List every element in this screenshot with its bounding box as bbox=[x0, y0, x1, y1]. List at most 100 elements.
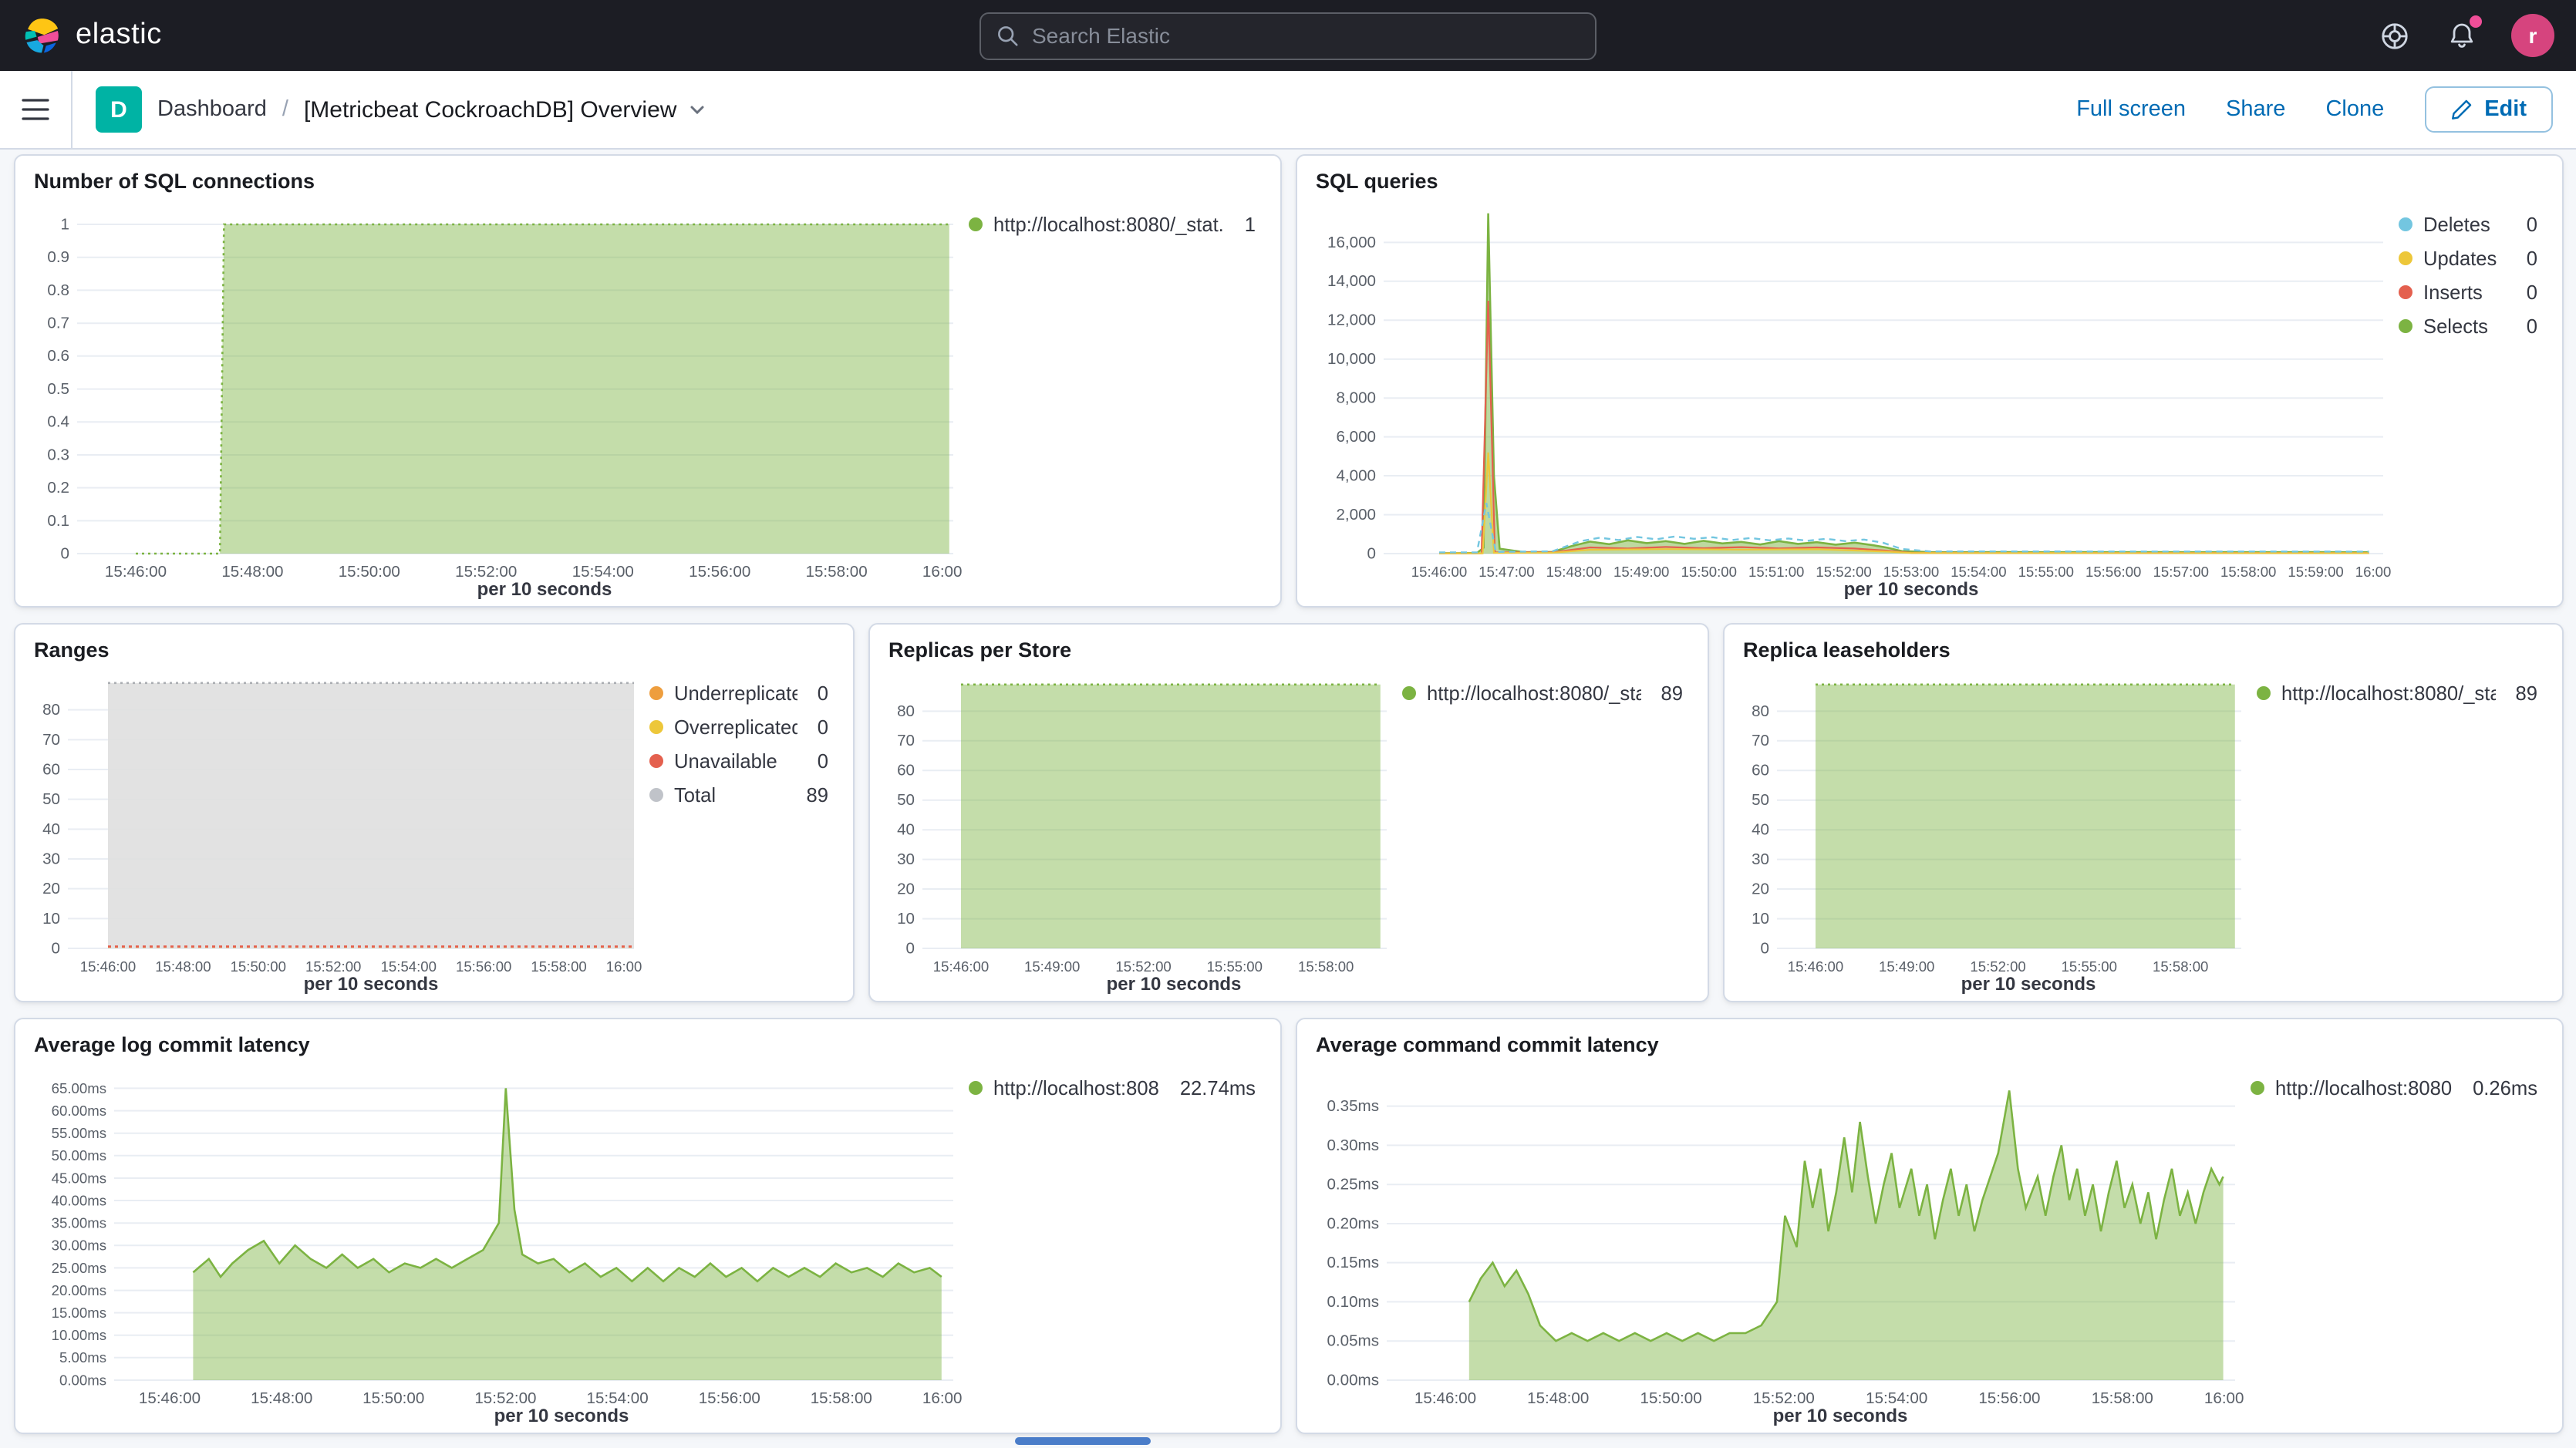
search-input[interactable] bbox=[1032, 23, 1580, 48]
legend-label: Unavailable bbox=[674, 749, 797, 773]
x-tick-label: 15:56:00 bbox=[689, 563, 750, 581]
legend-item[interactable]: Total89 bbox=[649, 780, 828, 810]
legend-item[interactable]: http://localhost:808...22.74ms bbox=[969, 1073, 1256, 1103]
y-tick-label: 4,000 bbox=[1336, 466, 1376, 484]
user-avatar[interactable]: r bbox=[2511, 14, 2554, 57]
header-right: r bbox=[2375, 14, 2554, 57]
x-tick-label: 15:52:00 bbox=[1816, 564, 1871, 580]
share-button[interactable]: Share bbox=[2226, 97, 2285, 122]
chart-average-log-commit-latency[interactable]: 0.00ms5.00ms10.00ms15.00ms20.00ms25.00ms… bbox=[31, 1061, 963, 1429]
legend-dot-icon bbox=[2399, 217, 2412, 231]
chart-ranges[interactable]: 0102030405060708015:46:0015:48:0015:50:0… bbox=[31, 666, 643, 998]
chart-canvas[interactable]: 0102030405060708015:46:0015:49:0015:52:0… bbox=[885, 666, 1396, 998]
x-axis-title: per 10 seconds bbox=[1107, 974, 1242, 995]
y-tick-label: 20 bbox=[42, 880, 60, 897]
y-tick-label: 15.00ms bbox=[52, 1305, 106, 1321]
x-tick-label: 15:52:00 bbox=[1753, 1389, 1815, 1407]
legend-item[interactable]: Deletes0 bbox=[2399, 210, 2537, 239]
x-tick-label: 16:00:00 bbox=[922, 1389, 963, 1407]
pencil-icon bbox=[2450, 99, 2472, 120]
panel-title[interactable]: Average command commit latency bbox=[1313, 1032, 2547, 1061]
x-tick-label: 15:49:00 bbox=[1024, 958, 1080, 975]
chart-canvas[interactable]: 0.00ms5.00ms10.00ms15.00ms20.00ms25.00ms… bbox=[31, 1061, 963, 1429]
y-tick-label: 0.25ms bbox=[1327, 1176, 1379, 1194]
y-tick-label: 10.00ms bbox=[52, 1327, 106, 1343]
clone-button[interactable]: Clone bbox=[2325, 97, 2384, 122]
panel-title[interactable]: Average log commit latency bbox=[31, 1032, 1265, 1061]
legend-item[interactable]: Overreplicated0 bbox=[649, 712, 828, 742]
chart-replica-leaseholders[interactable]: 0102030405060708015:46:0015:49:0015:52:0… bbox=[1740, 666, 2251, 998]
global-search[interactable] bbox=[979, 12, 1597, 59]
legend-item[interactable]: http://localhost:8080/_sta...89 bbox=[1402, 679, 1683, 708]
x-tick-label: 16:00:00 bbox=[2204, 1389, 2244, 1407]
x-tick-label: 15:50:00 bbox=[339, 563, 400, 581]
chart-canvas[interactable]: 00.10.20.30.40.50.60.70.80.9115:46:0015:… bbox=[31, 197, 963, 603]
panel-title[interactable]: Number of SQL connections bbox=[31, 168, 1265, 197]
panel-body: 0102030405060708015:46:0015:49:0015:52:0… bbox=[885, 666, 1692, 998]
x-tick-label: 15:46:00 bbox=[1788, 958, 1843, 975]
y-tick-label: 40 bbox=[897, 821, 915, 839]
legend-value: 89 bbox=[807, 783, 828, 807]
legend-item[interactable]: Updates0 bbox=[2399, 244, 2537, 273]
x-tick-label: 15:51:00 bbox=[1748, 564, 1804, 580]
panel-title[interactable]: Ranges bbox=[31, 637, 838, 666]
x-tick-label: 15:54:00 bbox=[572, 563, 634, 581]
y-tick-label: 5.00ms bbox=[59, 1349, 106, 1365]
x-tick-label: 15:48:00 bbox=[155, 958, 211, 975]
horizontal-scrollbar-thumb[interactable] bbox=[1015, 1437, 1151, 1445]
chart-number-of-sql-connections[interactable]: 00.10.20.30.40.50.60.70.80.9115:46:0015:… bbox=[31, 197, 963, 603]
elastic-logo[interactable]: elastic bbox=[22, 15, 162, 56]
chart-canvas[interactable]: 02,0004,0006,0008,00010,00012,00014,0001… bbox=[1313, 197, 2392, 603]
panel-title[interactable]: Replicas per Store bbox=[885, 637, 1692, 666]
x-tick-label: 15:52:00 bbox=[1970, 958, 2025, 975]
panel-body: 00.10.20.30.40.50.60.70.80.9115:46:0015:… bbox=[31, 197, 1265, 603]
y-tick-label: 0 bbox=[906, 939, 915, 957]
alerts-icon[interactable] bbox=[2443, 17, 2480, 54]
y-tick-label: 50 bbox=[897, 791, 915, 809]
y-tick-label: 20 bbox=[897, 880, 915, 897]
series-area bbox=[136, 224, 949, 554]
x-tick-label: 15:58:00 bbox=[806, 563, 868, 581]
edit-button[interactable]: Edit bbox=[2424, 86, 2553, 133]
y-tick-label: 0.35ms bbox=[1327, 1097, 1379, 1115]
y-tick-label: 80 bbox=[42, 701, 60, 719]
y-tick-label: 80 bbox=[897, 702, 915, 720]
y-tick-label: 0.00ms bbox=[59, 1372, 106, 1388]
y-tick-label: 50 bbox=[1752, 791, 1769, 809]
legend-item[interactable]: Unavailable0 bbox=[649, 746, 828, 776]
legend-item[interactable]: http://localhost:8080...0.26ms bbox=[2251, 1073, 2537, 1103]
y-tick-label: 45.00ms bbox=[52, 1170, 106, 1186]
chart-canvas[interactable]: 0.00ms0.05ms0.10ms0.15ms0.20ms0.25ms0.30… bbox=[1313, 1061, 2244, 1429]
nav-bar: D Dashboard / [Metricbeat CockroachDB] O… bbox=[0, 71, 2576, 150]
legend-item[interactable]: Underreplicated0 bbox=[649, 679, 828, 708]
legend-value: 0 bbox=[2527, 281, 2537, 304]
x-tick-label: 15:46:00 bbox=[105, 563, 167, 581]
y-tick-label: 25.00ms bbox=[52, 1260, 106, 1276]
chart-canvas[interactable]: 0102030405060708015:46:0015:49:0015:52:0… bbox=[1740, 666, 2251, 998]
page-title[interactable]: [Metricbeat CockroachDB] Overview bbox=[304, 96, 706, 123]
chart-sql-queries[interactable]: 02,0004,0006,0008,00010,00012,00014,0001… bbox=[1313, 197, 2392, 603]
panel-title[interactable]: SQL queries bbox=[1313, 168, 2547, 197]
dashboard-grid: Number of SQL connections00.10.20.30.40.… bbox=[0, 150, 2576, 1434]
legend-value: 89 bbox=[2516, 682, 2537, 705]
x-axis-title: per 10 seconds bbox=[1961, 974, 2096, 995]
chart-legend: Deletes0 Updates0 Inserts0 Selects0 bbox=[2392, 197, 2547, 603]
y-tick-label: 0 bbox=[1761, 939, 1769, 957]
help-icon[interactable] bbox=[2375, 17, 2412, 54]
y-tick-label: 0.10ms bbox=[1327, 1293, 1379, 1311]
chart-replicas-per-store[interactable]: 0102030405060708015:46:0015:49:0015:52:0… bbox=[885, 666, 1396, 998]
legend-item[interactable]: Inserts0 bbox=[2399, 278, 2537, 307]
legend-value: 0 bbox=[818, 716, 828, 739]
search-icon bbox=[996, 24, 1020, 47]
legend-item[interactable]: http://localhost:8080/_stat...1 bbox=[969, 210, 1256, 239]
breadcrumb-dashboard-link[interactable]: Dashboard bbox=[157, 97, 267, 122]
full-screen-button[interactable]: Full screen bbox=[2076, 97, 2186, 122]
legend-item[interactable]: Selects0 bbox=[2399, 311, 2537, 341]
y-tick-label: 0.20ms bbox=[1327, 1214, 1379, 1232]
x-tick-label: 15:48:00 bbox=[221, 563, 283, 581]
legend-item[interactable]: http://localhost:8080/_sta...89 bbox=[2257, 679, 2537, 708]
panel-title[interactable]: Replica leaseholders bbox=[1740, 637, 2547, 666]
chart-average-command-commit-latency[interactable]: 0.00ms0.05ms0.10ms0.15ms0.20ms0.25ms0.30… bbox=[1313, 1061, 2244, 1429]
chart-canvas[interactable]: 0102030405060708015:46:0015:48:0015:50:0… bbox=[31, 666, 643, 998]
menu-hamburger-icon[interactable] bbox=[0, 71, 72, 148]
